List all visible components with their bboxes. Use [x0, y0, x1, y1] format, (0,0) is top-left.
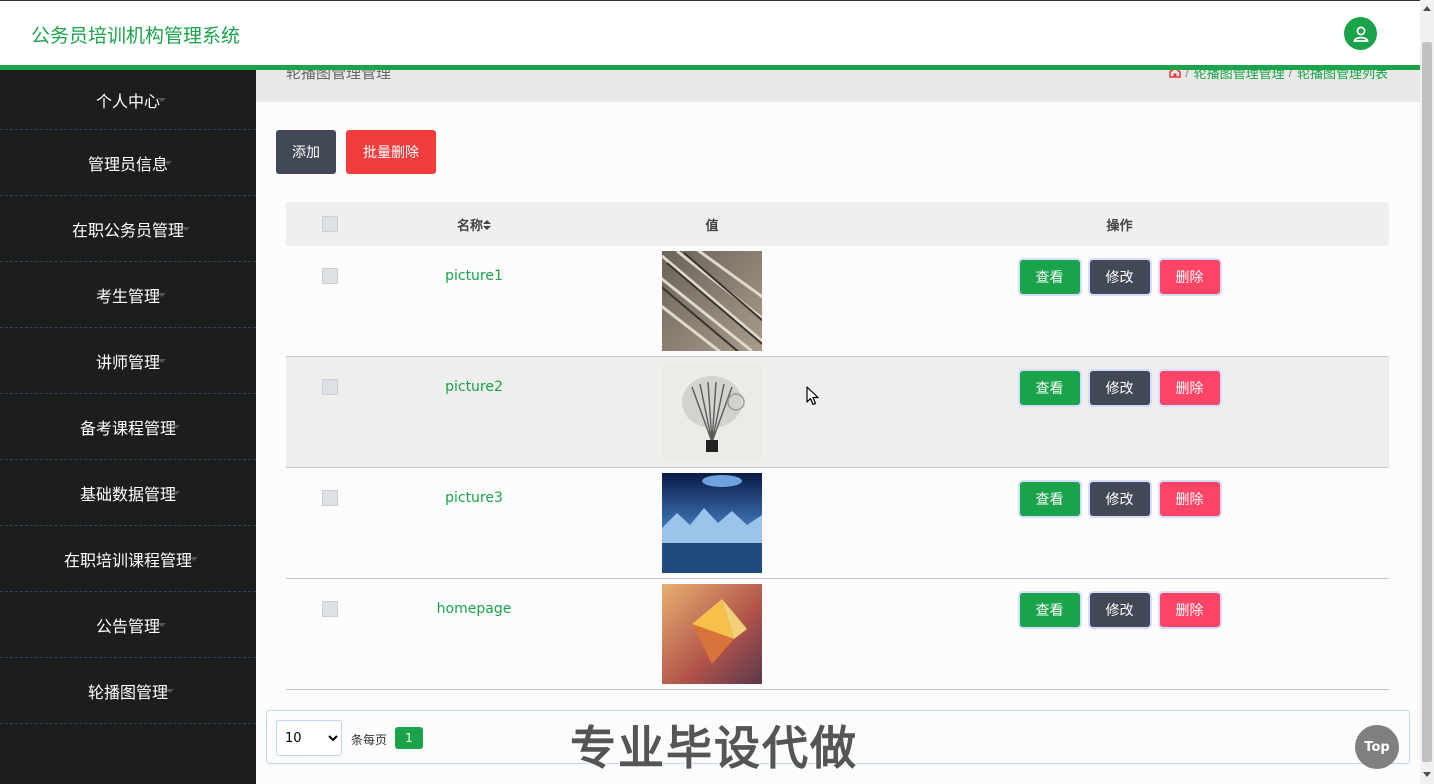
delete-button[interactable]: 删除 [1159, 260, 1220, 294]
per-page-label: 条每页 [351, 733, 388, 747]
caret-down-icon [182, 226, 190, 231]
breadcrumb-separator: / [1288, 70, 1293, 80]
caret-down-icon [164, 160, 172, 165]
row-checkbox[interactable] [322, 490, 338, 506]
breadcrumb-current: 轮播图管理列表 [1296, 70, 1388, 82]
carousel-image[interactable] [662, 362, 762, 462]
edit-button[interactable]: 修改 [1089, 371, 1150, 405]
carousel-image[interactable] [662, 473, 762, 573]
page-size-select[interactable]: 10 [276, 720, 342, 756]
sidebar: 个人中心 管理员信息 在职公务员管理 考生管理 讲师管理 备考课程管理 基础数据… [0, 70, 256, 784]
sidebar-item-admin-info[interactable]: 管理员信息 [0, 130, 256, 196]
sidebar-item-personal-center[interactable]: 个人中心 [0, 70, 256, 130]
app-title: 公务员培训机构管理系统 [31, 25, 241, 47]
row-name: homepage [436, 601, 512, 617]
main-content: 添加 批量删除 名称 值 操作 picture1 查看 修改 删除 pictur… [256, 102, 1420, 784]
row-checkbox[interactable] [322, 379, 338, 395]
view-button[interactable]: 查看 [1019, 482, 1080, 516]
row-checkbox[interactable] [322, 601, 338, 617]
mouse-cursor-icon [806, 386, 819, 406]
scroll-down-icon[interactable] [1423, 772, 1431, 777]
edit-button[interactable]: 修改 [1089, 593, 1150, 627]
ops-column-header: 操作 [1106, 218, 1133, 234]
row-name: picture2 [445, 379, 503, 395]
sidebar-item-examinees[interactable]: 考生管理 [0, 262, 256, 328]
carousel-image[interactable] [662, 251, 762, 351]
home-icon[interactable] [1169, 70, 1181, 78]
sort-icon[interactable] [483, 219, 491, 230]
user-icon [1352, 26, 1369, 42]
delete-button[interactable]: 删除 [1159, 371, 1220, 405]
back-to-top-button[interactable]: Top [1355, 725, 1399, 769]
row-name: picture3 [445, 490, 503, 506]
carousel-table: 名称 值 操作 picture1 查看 修改 删除 picture2 查看 修改… [286, 202, 1389, 690]
page-button-current[interactable]: 1 [395, 727, 423, 749]
breadcrumb-module[interactable]: 轮播图管理管理 [1194, 70, 1285, 82]
select-all-checkbox[interactable] [322, 216, 338, 232]
page-title: 轮播图管理管理 [286, 70, 392, 82]
view-button[interactable]: 查看 [1019, 260, 1080, 294]
user-avatar[interactable] [1344, 17, 1377, 50]
value-column-header: 值 [705, 218, 719, 234]
table-row: picture1 查看 修改 删除 [286, 246, 1389, 357]
table-row: homepage 查看 修改 删除 [286, 579, 1389, 690]
caret-down-icon [172, 424, 180, 429]
carousel-image[interactable] [662, 584, 762, 684]
table-header: 名称 值 操作 [286, 202, 1389, 246]
breadcrumb: / 轮播图管理管理 / 轮播图管理列表 [1169, 70, 1388, 82]
sidebar-item-basic-data[interactable]: 基础数据管理 [0, 460, 256, 526]
caret-down-icon [190, 556, 198, 561]
caret-down-icon [158, 292, 166, 297]
edit-button[interactable]: 修改 [1089, 482, 1150, 516]
row-checkbox[interactable] [322, 268, 338, 284]
page-scrollbar[interactable] [1420, 0, 1434, 784]
table-row: picture2 查看 修改 删除 [286, 357, 1389, 468]
table-row: picture3 查看 修改 删除 [286, 468, 1389, 579]
breadcrumb-bar: 轮播图管理管理 / 轮播图管理管理 / 轮播图管理列表 [256, 70, 1420, 102]
caret-down-icon [158, 97, 166, 102]
scrollbar-thumb[interactable] [1422, 42, 1432, 762]
sidebar-item-exam-courses[interactable]: 备考课程管理 [0, 394, 256, 460]
scroll-up-icon[interactable] [1423, 6, 1431, 11]
top-header: 公务员培训机构管理系统 [0, 0, 1420, 70]
delete-button[interactable]: 删除 [1159, 482, 1220, 516]
sidebar-item-carousel[interactable]: 轮播图管理 [0, 658, 256, 724]
edit-button[interactable]: 修改 [1089, 260, 1150, 294]
row-name: picture1 [445, 268, 503, 284]
sidebar-item-training-courses[interactable]: 在职培训课程管理 [0, 526, 256, 592]
sidebar-item-lecturers[interactable]: 讲师管理 [0, 328, 256, 394]
caret-down-icon [172, 490, 180, 495]
delete-button[interactable]: 删除 [1159, 593, 1220, 627]
view-button[interactable]: 查看 [1019, 593, 1080, 627]
name-column-header[interactable]: 名称 [374, 215, 574, 234]
add-button[interactable]: 添加 [276, 130, 336, 174]
caret-down-icon [166, 688, 174, 693]
sidebar-item-announcements[interactable]: 公告管理 [0, 592, 256, 658]
sidebar-item-civil-servants[interactable]: 在职公务员管理 [0, 196, 256, 262]
view-button[interactable]: 查看 [1019, 371, 1080, 405]
watermark-text: 专业毕设代做 [569, 720, 858, 776]
caret-down-icon [158, 622, 166, 627]
caret-down-icon [158, 358, 166, 363]
breadcrumb-separator: / [1185, 70, 1190, 80]
batch-delete-button[interactable]: 批量删除 [346, 130, 436, 174]
